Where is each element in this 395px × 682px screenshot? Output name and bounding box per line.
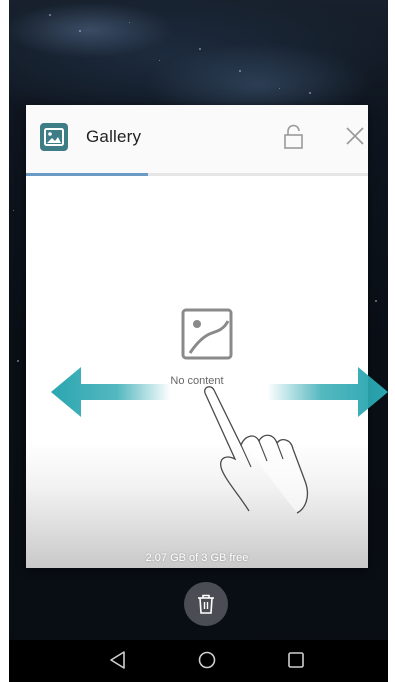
phone-screen: Gallery No content 2.07 GB of 3 GB free [9,0,388,682]
swipe-left-arrow-icon [51,367,171,417]
app-title: Gallery [86,127,142,146]
navigation-bar [9,640,388,682]
swipe-hand-icon [204,386,309,514]
unlock-icon[interactable] [283,124,305,155]
trash-icon [198,594,214,614]
close-icon[interactable] [344,125,366,152]
home-circle-icon[interactable] [197,650,217,670]
recent-square-icon[interactable] [286,650,306,670]
image-placeholder-icon [180,307,234,366]
back-triangle-icon[interactable] [108,650,128,670]
clear-all-button[interactable] [184,582,228,626]
storage-text: 2.07 GB of 3 GB free [145,552,249,564]
card-header: Gallery [26,105,368,173]
gallery-app-icon [40,123,68,151]
